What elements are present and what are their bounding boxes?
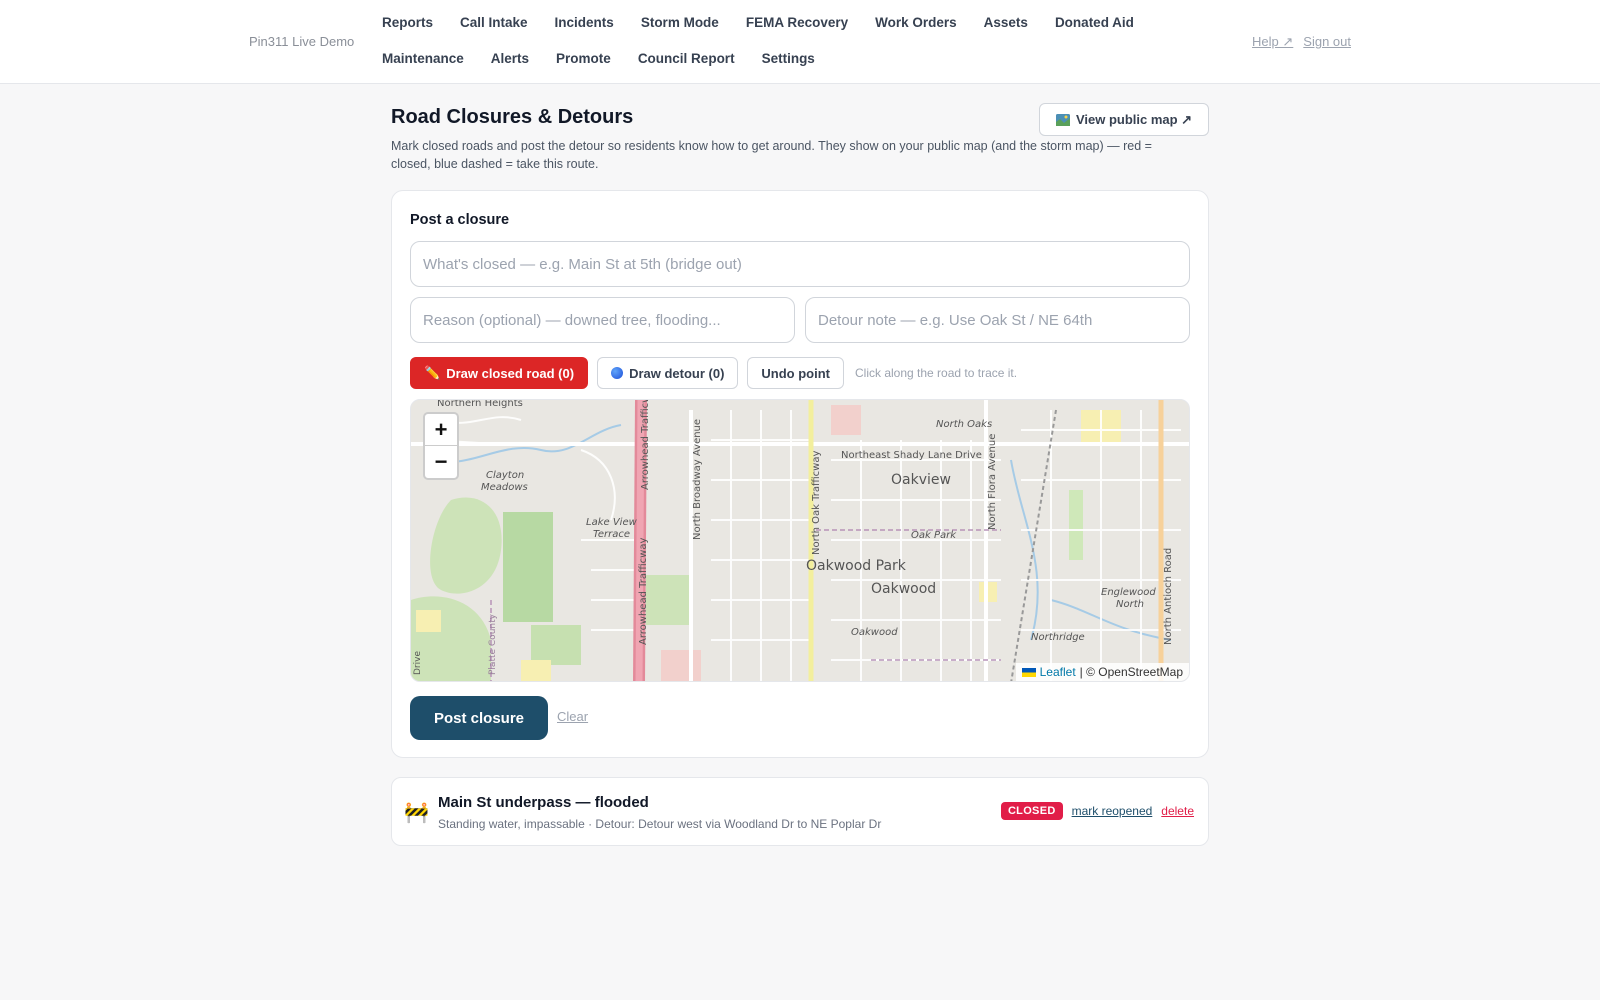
nav-item-donated-aid[interactable]: Donated Aid	[1055, 15, 1134, 30]
nav-item-fema-recovery[interactable]: FEMA Recovery	[746, 15, 848, 30]
post-closure-button[interactable]: Post closure	[410, 696, 548, 740]
map-label-lake-view: Lake View	[586, 517, 638, 528]
map-label-drive: Drive	[413, 651, 423, 675]
status-badge: CLOSED	[1000, 802, 1063, 820]
map-label-arrowhead-top: Arrowhead Trafficw	[640, 400, 651, 490]
nav-row-secondary: Maintenance Alerts Promote Council Repor…	[382, 51, 842, 66]
closure-list-item: 🚧 Main St underpass — flooded Standing w…	[391, 777, 1209, 846]
map-label-englewood: Englewood	[1101, 587, 1156, 598]
ukraine-flag-icon	[1021, 667, 1036, 677]
leaflet-link[interactable]: Leaflet	[1040, 665, 1076, 679]
map-label-terrace: Terrace	[593, 529, 630, 540]
whats-closed-input[interactable]	[410, 241, 1190, 287]
form-title: Post a closure	[410, 212, 510, 228]
brand-name[interactable]: Pin311 Live Demo	[249, 34, 354, 49]
nav-item-work-orders[interactable]: Work Orders	[875, 15, 957, 30]
map-label-northridge: Northridge	[1031, 632, 1085, 643]
closure-actions: CLOSED mark reopened delete	[1000, 802, 1194, 820]
nav-item-settings[interactable]: Settings	[762, 51, 815, 66]
map-label-n-flora: North Flora Avenue	[987, 434, 998, 530]
nav-item-council-report[interactable]: Council Report	[638, 51, 735, 66]
map-label-meadows: Meadows	[481, 482, 528, 493]
nav-row-primary: Reports Call Intake Incidents Storm Mode…	[382, 15, 1161, 30]
map-label-oakwood: Oakwood	[871, 581, 936, 597]
blue-dot-icon	[611, 367, 624, 379]
zoom-out-button[interactable]: −	[425, 446, 457, 478]
map-label-north-oaks: North Oaks	[936, 419, 992, 430]
draw-closed-road-button[interactable]: ✏️ Draw closed road (0)	[410, 357, 589, 389]
map-icon	[1055, 113, 1070, 126]
top-navigation: Pin311 Live Demo Reports Call Intake Inc…	[0, 0, 1600, 84]
nav-item-incidents[interactable]: Incidents	[555, 15, 614, 30]
view-public-map-button[interactable]: View public map ↗	[1039, 103, 1209, 136]
clear-link[interactable]: Clear	[557, 709, 588, 724]
map-label-clayton: Clayton	[486, 470, 524, 481]
map-label-north: North	[1116, 599, 1144, 610]
page-description: Mark closed roads and post the detour so…	[391, 139, 1152, 171]
nav-item-call-intake[interactable]: Call Intake	[460, 15, 528, 30]
help-link[interactable]: Help ↗	[1252, 34, 1293, 50]
detour-note-input[interactable]	[805, 297, 1190, 343]
nav-item-alerts[interactable]: Alerts	[491, 51, 529, 66]
map-tiles: Northern Heights Clayton Meadows Lake Vi…	[411, 400, 1189, 681]
view-public-map-label: View public map ↗	[1075, 111, 1193, 127]
delete-link[interactable]: delete	[1161, 804, 1194, 818]
post-closure-card: Post a closure ✏️ Draw closed road (0) D…	[391, 190, 1209, 758]
undo-point-button[interactable]: Undo point	[747, 357, 844, 389]
nav-item-maintenance[interactable]: Maintenance	[382, 51, 464, 66]
draw-detour-button[interactable]: Draw detour (0)	[597, 357, 739, 389]
pencil-icon: ✏️	[424, 365, 441, 380]
reason-input[interactable]	[410, 297, 795, 343]
nav-item-reports[interactable]: Reports	[382, 15, 433, 30]
page-title: Road Closures & Detours	[391, 106, 634, 128]
nav-item-assets[interactable]: Assets	[984, 15, 1028, 30]
map-label-n-oak: North Oak Trafficway	[811, 451, 822, 555]
closure-details: Standing water, impassable · Detour: Det…	[438, 817, 882, 831]
draw-closed-road-label: Draw closed road (0)	[446, 365, 575, 381]
closure-title: Main St underpass — flooded	[438, 794, 649, 811]
mark-reopened-link[interactable]: mark reopened	[1072, 804, 1153, 818]
trace-hint: Click along the road to trace it.	[855, 366, 1018, 380]
draw-detour-label: Draw detour (0)	[629, 365, 725, 381]
drawing-toolbar: ✏️ Draw closed road (0) Draw detour (0) …	[410, 357, 1017, 389]
map-label-oak-park: Oak Park	[911, 530, 957, 541]
osm-attribution: | © OpenStreetMap	[1079, 665, 1183, 679]
zoom-in-button[interactable]: +	[425, 414, 457, 446]
closure-map[interactable]: Northern Heights Clayton Meadows Lake Vi…	[410, 399, 1190, 682]
account-links: Help ↗ Sign out	[1252, 34, 1351, 50]
map-label-n-antioch: North Antioch Road	[1163, 548, 1174, 645]
map-label-shady-lane: Northeast Shady Lane Drive	[841, 450, 982, 461]
map-attribution: Leaflet | © OpenStreetMap	[1015, 663, 1189, 681]
map-label-arrowhead-bottom: Arrowhead Trafficway	[638, 538, 649, 645]
nav-item-promote[interactable]: Promote	[556, 51, 611, 66]
construction-barrier-icon: 🚧	[404, 802, 429, 824]
sign-out-link[interactable]: Sign out	[1303, 34, 1351, 50]
map-label-platte-county: Platte County	[488, 613, 498, 675]
map-label-oakview: Oakview	[891, 472, 951, 488]
map-label-oakwood-small: Oakwood	[851, 627, 898, 638]
zoom-control: + −	[423, 412, 459, 480]
nav-item-storm-mode[interactable]: Storm Mode	[641, 15, 719, 30]
map-label-northern-heights: Northern Heights	[437, 400, 523, 409]
map-label-n-broadway: North Broadway Avenue	[692, 419, 703, 540]
map-label-oakwood-park: Oakwood Park	[806, 558, 907, 574]
